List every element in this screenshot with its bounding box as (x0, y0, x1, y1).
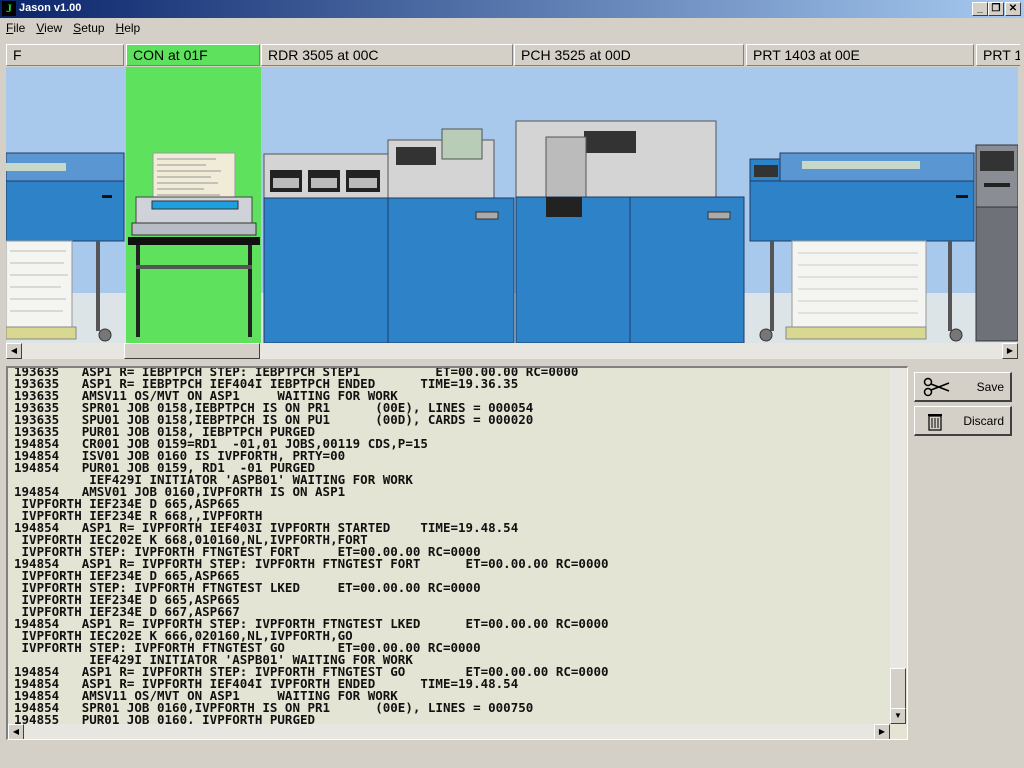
save-label: Save (976, 380, 1004, 394)
console-log[interactable]: 193635 ASP1 R= IEBPTPCH STEP: IEBPTPCH S… (6, 366, 908, 740)
device-tabs: F CON at 01F RDR 3505 at 00C PCH 3525 at… (6, 44, 1020, 66)
device-scroll-thumb[interactable] (124, 343, 260, 359)
discard-button[interactable]: Discard (914, 406, 1012, 436)
save-button[interactable]: Save (914, 372, 1012, 402)
menu-help[interactable]: Help (110, 19, 146, 35)
scroll-left-icon[interactable]: ◀ (8, 724, 24, 739)
printer-left-illustration[interactable] (6, 152, 125, 342)
device-hscrollbar[interactable]: ◀ ▶ (6, 343, 1018, 359)
console-hscrollbar[interactable]: ◀ ▶ (8, 724, 890, 739)
console-vscrollbar[interactable]: ▼ (890, 368, 906, 724)
scroll-down-icon[interactable]: ▼ (890, 708, 906, 724)
app-icon: J (2, 1, 16, 16)
card-reader-illustration[interactable] (263, 128, 515, 343)
menu-file[interactable]: File (0, 19, 30, 35)
tab-prt-partial-right[interactable]: PRT 1 (976, 44, 1020, 66)
minimize-button[interactable]: _ (972, 2, 988, 16)
card-punch-illustration[interactable] (515, 120, 745, 343)
console-vscroll-thumb[interactable] (890, 668, 906, 710)
device-illustration (6, 120, 1018, 343)
tab-rdr-3505[interactable]: RDR 3505 at 00C (261, 44, 513, 66)
console-log-text: 193635 ASP1 R= IEBPTPCH STEP: IEBPTPCH S… (14, 368, 609, 726)
maximize-button[interactable]: ❐ (988, 2, 1004, 16)
tab-device-partial-left[interactable]: F (6, 44, 124, 66)
console-terminal-illustration[interactable] (128, 152, 260, 337)
close-button[interactable]: ✕ (1005, 2, 1021, 16)
window-title: Jason v1.00 (19, 2, 82, 14)
scroll-right-icon[interactable]: ▶ (1002, 343, 1018, 359)
tab-con-01f[interactable]: CON at 01F (126, 44, 260, 66)
menu-view[interactable]: View (30, 19, 67, 35)
title-bar: J Jason v1.00 _ ❐ ✕ (0, 0, 1024, 18)
discard-label: Discard (963, 414, 1004, 428)
device-panel (6, 67, 1018, 343)
menu-bar: File View Setup Help (0, 19, 1024, 38)
printer-1403-illustration[interactable] (749, 152, 975, 342)
tab-prt-1403[interactable]: PRT 1403 at 00E (746, 44, 974, 66)
scroll-left-icon[interactable]: ◀ (6, 343, 22, 359)
trash-icon (928, 414, 942, 431)
menu-setup[interactable]: Setup (67, 19, 109, 35)
scissors-icon (923, 377, 950, 397)
tab-pch-3525[interactable]: PCH 3525 at 00D (514, 44, 744, 66)
printer-right-illustration[interactable] (975, 144, 1018, 342)
scroll-right-icon[interactable]: ▶ (874, 724, 890, 739)
